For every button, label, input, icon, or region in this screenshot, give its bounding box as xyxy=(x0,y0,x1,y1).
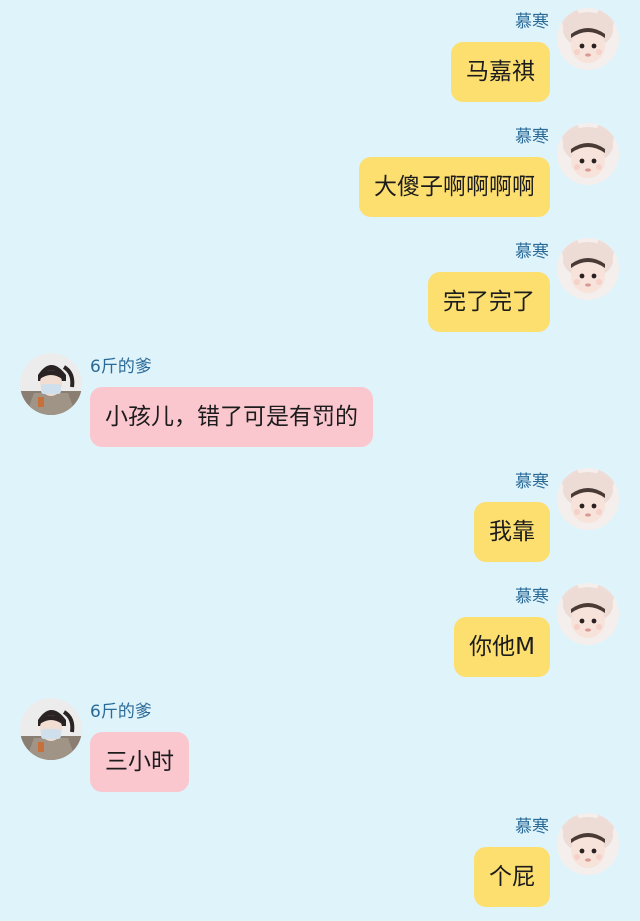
message-bubble[interactable]: 马嘉祺 xyxy=(451,42,550,102)
avatar[interactable] xyxy=(557,813,619,875)
avatar[interactable] xyxy=(557,468,619,530)
message-bubble[interactable]: 你他M xyxy=(454,617,550,677)
sender-name: 慕寒 xyxy=(515,12,549,32)
message-bubble[interactable]: 我靠 xyxy=(474,502,550,562)
baby-bunny-hat-avatar-icon xyxy=(557,468,619,530)
masked-boy-avatar-icon xyxy=(20,698,82,760)
chat-area[interactable]: 慕寒 马嘉祺 慕寒 大傻子啊啊啊啊 慕寒 完了完了 6斤的爹 小孩儿，错了可是有… xyxy=(0,0,640,921)
message-bubble[interactable]: 个屁 xyxy=(474,847,550,907)
baby-bunny-hat-avatar-icon xyxy=(557,238,619,300)
baby-bunny-hat-avatar-icon xyxy=(557,583,619,645)
message-bubble[interactable]: 大傻子啊啊啊啊 xyxy=(359,157,550,217)
message-bubble[interactable]: 完了完了 xyxy=(428,272,550,332)
avatar[interactable] xyxy=(20,353,82,415)
masked-boy-avatar-icon xyxy=(20,353,82,415)
message-bubble[interactable]: 三小时 xyxy=(90,732,189,792)
sender-name: 慕寒 xyxy=(515,587,549,607)
avatar[interactable] xyxy=(557,238,619,300)
baby-bunny-hat-avatar-icon xyxy=(557,123,619,185)
avatar[interactable] xyxy=(557,583,619,645)
avatar[interactable] xyxy=(20,698,82,760)
baby-bunny-hat-avatar-icon xyxy=(557,813,619,875)
sender-name: 慕寒 xyxy=(515,472,549,492)
avatar[interactable] xyxy=(557,8,619,70)
sender-name: 慕寒 xyxy=(515,127,549,147)
avatar[interactable] xyxy=(557,123,619,185)
sender-name: 慕寒 xyxy=(515,817,549,837)
message-bubble[interactable]: 小孩儿，错了可是有罚的 xyxy=(90,387,373,447)
baby-bunny-hat-avatar-icon xyxy=(557,8,619,70)
sender-name: 6斤的爹 xyxy=(90,357,152,377)
sender-name: 6斤的爹 xyxy=(90,702,152,722)
sender-name: 慕寒 xyxy=(515,242,549,262)
